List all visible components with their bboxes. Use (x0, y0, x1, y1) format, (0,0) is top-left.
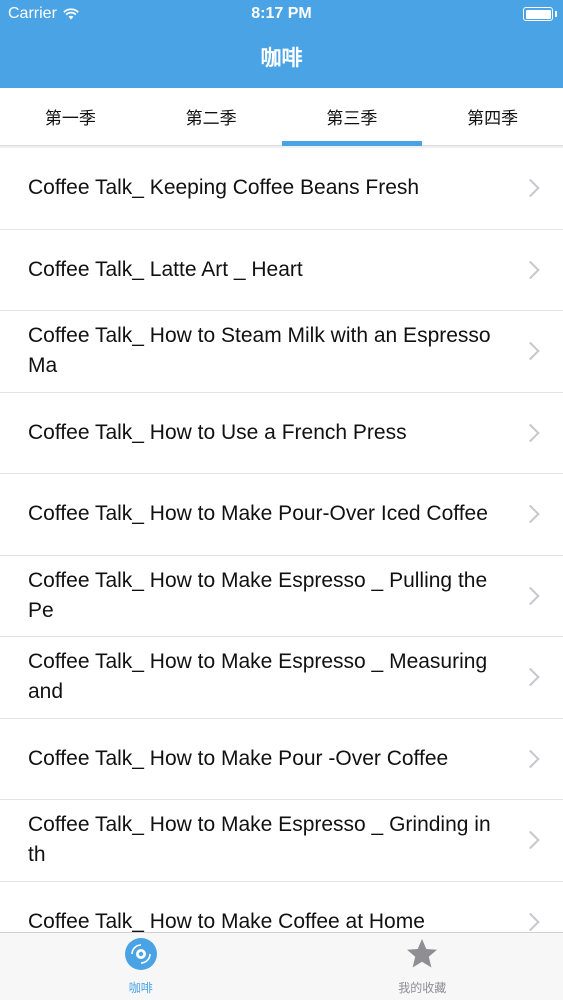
tab-season-1[interactable]: 第一季 (0, 88, 141, 145)
list-item-title: Coffee Talk_ Latte Art _ Heart (28, 257, 303, 281)
chevron-right-icon (521, 505, 540, 524)
list-item[interactable]: Coffee Talk_ How to Make Espresso _ Meas… (0, 637, 563, 719)
tab-season-4[interactable]: 第四季 (422, 88, 563, 145)
battery-icon (523, 7, 557, 21)
tab-season-3[interactable]: 第三季 (281, 88, 423, 146)
list-item[interactable]: Coffee Talk_ How to Make Pour -Over Coff… (0, 718, 563, 800)
tab-season-2[interactable]: 第二季 (141, 88, 282, 145)
list-item[interactable]: Coffee Talk_ How to Steam Milk with an E… (0, 311, 563, 393)
list-item-title: Coffee Talk_ How to Use a French Press (28, 420, 407, 444)
chevron-right-icon (521, 179, 540, 198)
star-icon (405, 937, 439, 975)
list-item-title: Coffee Talk_ How to Make Coffee at Home (28, 909, 425, 932)
chevron-right-icon (521, 912, 540, 931)
tab-label: 第三季 (326, 109, 378, 129)
tab-label: 第四季 (467, 109, 519, 129)
list-item-title: Coffee Talk_ How to Make Pour -Over Coff… (28, 746, 449, 770)
bottom-tab-bar: 咖啡 我的收藏 (0, 932, 563, 1000)
list-item[interactable]: Coffee Talk_ How to Make Pour-Over Iced … (0, 474, 563, 556)
list-item[interactable]: Coffee Talk_ How to Make Espresso _ Pull… (0, 555, 563, 637)
list-item[interactable]: Coffee Talk_ Latte Art _ Heart (0, 229, 563, 311)
status-time: 8:17 PM (251, 5, 312, 22)
chevron-right-icon (521, 668, 540, 687)
list-item-title: Coffee Talk_ How to Steam Milk with an E… (28, 324, 491, 378)
list-item-title: Coffee Talk_ How to Make Pour-Over Iced … (28, 502, 488, 526)
chevron-right-icon (521, 749, 540, 768)
list-item[interactable]: Coffee Talk_ How to Use a French Press (0, 392, 563, 474)
list-item-title: Coffee Talk_ How to Make Espresso _ Grin… (28, 813, 491, 867)
page-title: 咖啡 (260, 46, 303, 70)
chevron-right-icon (521, 342, 540, 361)
chevron-right-icon (521, 831, 540, 850)
list-item[interactable]: Coffee Talk_ Keeping Coffee Beans Fresh (0, 148, 563, 230)
list-item[interactable]: Coffee Talk_ How to Make Coffee at Home (0, 881, 563, 932)
chevron-right-icon (521, 260, 540, 279)
list-item[interactable]: Coffee Talk_ How to Make Espresso _ Grin… (0, 800, 563, 882)
battery-fill (525, 9, 551, 19)
tab-label: 第二季 (185, 109, 237, 129)
tabbar-label: 咖啡 (128, 981, 153, 995)
tabbar-item-favorites[interactable]: 我的收藏 (282, 933, 563, 1000)
tabbar-item-coffee[interactable]: 咖啡 (0, 933, 282, 1000)
status-bar: Carrier 8:17 PM (0, 0, 563, 30)
chevron-right-icon (521, 423, 540, 442)
season-tabs: 第一季 第二季 第三季 第四季 (0, 88, 563, 146)
chevron-right-icon (521, 586, 540, 605)
tabbar-label: 我的收藏 (398, 981, 447, 995)
navigation-header: Carrier 8:17 PM 咖啡 (0, 0, 563, 88)
tab-label: 第一季 (44, 109, 96, 129)
coffee-disc-icon (124, 937, 158, 975)
list-item-title: Coffee Talk_ How to Make Espresso _ Meas… (28, 650, 488, 704)
list-item-title: Coffee Talk_ Keeping Coffee Beans Fresh (28, 176, 420, 200)
list-item-title: Coffee Talk_ How to Make Espresso _ Pull… (28, 568, 488, 622)
episode-list[interactable]: Coffee Talk_ Keeping Coffee Beans Fresh C… (0, 148, 563, 932)
